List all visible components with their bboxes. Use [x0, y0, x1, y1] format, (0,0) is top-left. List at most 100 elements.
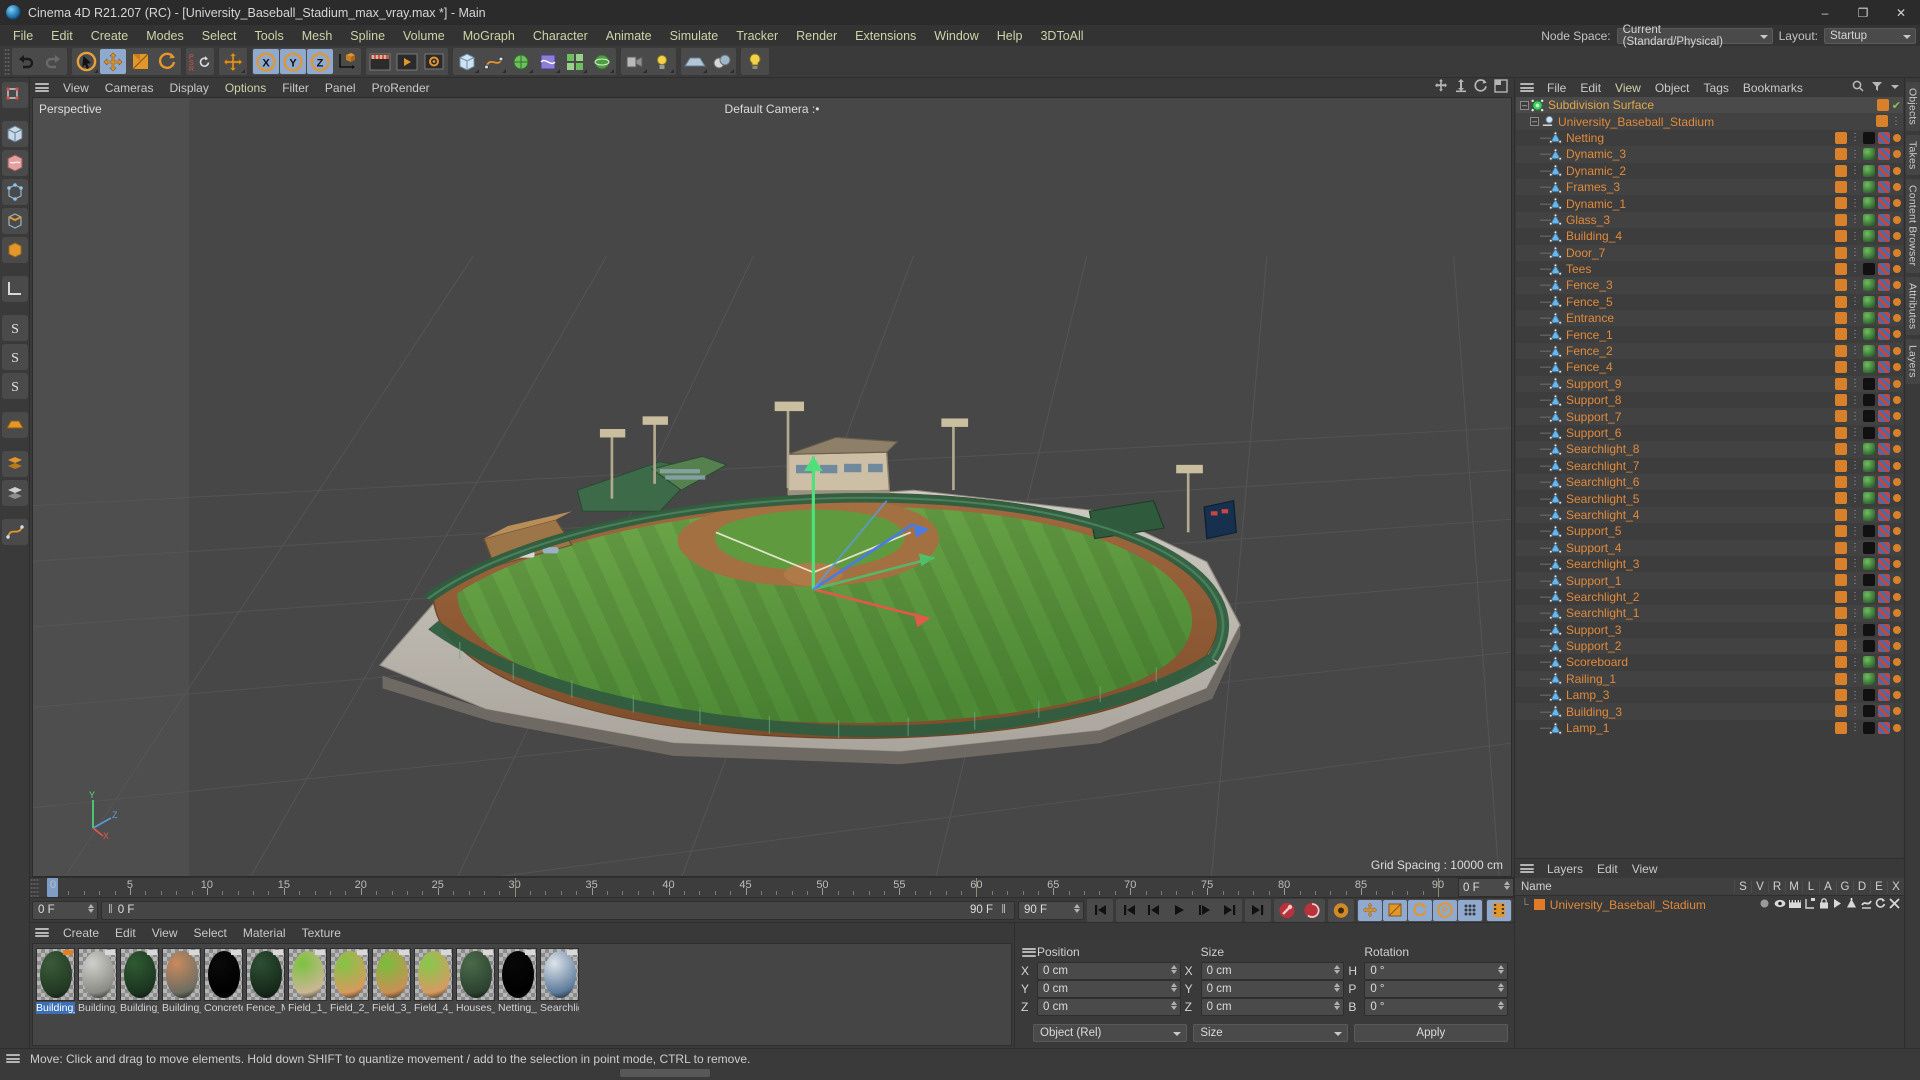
material-tag-icon[interactable]	[1863, 443, 1875, 456]
object-tag-icon[interactable]	[1835, 541, 1847, 554]
uvw-tag-icon[interactable]	[1878, 230, 1890, 243]
object-row[interactable]: — Searchlight_6 ⋮	[1516, 473, 1903, 491]
object-row[interactable]: — Searchlight_3 ⋮	[1516, 556, 1903, 572]
scale-tool-button[interactable]	[127, 49, 153, 74]
material-tag-icon[interactable]	[1863, 656, 1875, 669]
material-tag-icon[interactable]	[1863, 475, 1875, 488]
toolbar-drag-handle[interactable]	[4, 48, 10, 75]
phong-tag-icon[interactable]	[1893, 150, 1901, 159]
uvw-tag-icon[interactable]	[1878, 180, 1890, 193]
object-row[interactable]: — Fence_1 ⋮	[1516, 326, 1903, 342]
layer-flag-header-v[interactable]: V	[1751, 880, 1768, 893]
end-frame-spinner-icon[interactable]	[1074, 903, 1080, 913]
object-row[interactable]: — Support_1 ⋮	[1516, 572, 1903, 589]
snap-enable-button[interactable]: S	[1, 315, 28, 341]
object-tag-icon[interactable]	[1835, 410, 1847, 423]
polygon-mode-button[interactable]	[1, 237, 28, 263]
mograph-button[interactable]	[562, 49, 588, 74]
object-row[interactable]: — Scoreboard ⋮	[1516, 654, 1903, 670]
coordinate-spinner-icon[interactable]	[1170, 983, 1177, 992]
material-item[interactable]: Field_3_	[372, 948, 411, 1041]
bulb-helper-button[interactable]	[742, 49, 768, 74]
layer-flag-header-x[interactable]: X	[1887, 880, 1904, 893]
uvw-tag-icon[interactable]	[1878, 295, 1890, 308]
tree-expander-toggle[interactable]: –	[1530, 117, 1539, 127]
start-frame-spinner-icon[interactable]	[88, 903, 94, 913]
object-row[interactable]: — Searchlight_1 ⋮	[1516, 605, 1903, 622]
material-item[interactable]: Concrete	[204, 948, 243, 1041]
menu-item-character[interactable]: Character	[524, 27, 597, 45]
dolly-view-icon[interactable]	[1454, 79, 1468, 96]
object-row[interactable]: — Searchlight_5 ⋮	[1516, 490, 1903, 506]
key-position-button[interactable]	[1358, 899, 1382, 921]
menu-item-spline[interactable]: Spline	[341, 27, 394, 45]
material-tag-icon[interactable]	[1863, 262, 1875, 275]
tree-expander-toggle[interactable]: –	[1520, 100, 1529, 110]
object-tag-icon[interactable]	[1835, 148, 1847, 161]
material-tag-icon[interactable]	[1863, 246, 1875, 259]
viewport-menu-view[interactable]: View	[55, 80, 97, 96]
layer-flag-header-g[interactable]: G	[1836, 880, 1853, 893]
coordinate-spinner-icon[interactable]	[1498, 1001, 1504, 1010]
material-tag-icon[interactable]	[1863, 295, 1875, 308]
move-axis-button[interactable]	[220, 49, 246, 74]
close-button[interactable]: ✕	[1882, 0, 1920, 25]
key-scale-button[interactable]	[1383, 899, 1407, 921]
uvw-tag-icon[interactable]	[1878, 459, 1890, 472]
coordinate-spinner-icon[interactable]	[1498, 965, 1504, 974]
timeline-current-frame-field[interactable]: 0 F	[1458, 878, 1514, 897]
menu-item-animate[interactable]: Animate	[597, 27, 661, 45]
object-menu-handle-icon[interactable]	[1519, 81, 1535, 94]
object-tag-icon[interactable]	[1835, 672, 1847, 685]
uvw-tag-icon[interactable]	[1878, 131, 1890, 144]
uvw-tag-icon[interactable]	[1878, 705, 1890, 718]
viewport-menu-handle-icon[interactable]	[34, 81, 50, 94]
side-tab-content-browser[interactable]: Content Browser	[1905, 179, 1920, 273]
material-tag-icon[interactable]	[1863, 394, 1875, 407]
timeline-track[interactable]: 051015202530354045505560657075808590	[39, 878, 1458, 897]
menu-item-select[interactable]: Select	[193, 27, 246, 45]
go-to-start-button[interactable]	[1088, 899, 1112, 921]
phong-tag-icon[interactable]	[1893, 674, 1901, 683]
axis-mode-button[interactable]	[1, 276, 28, 302]
object-menu-bookmarks[interactable]: Bookmarks	[1736, 80, 1810, 96]
snap-workplane-button[interactable]: S	[1, 373, 28, 399]
material-tag-icon[interactable]	[1863, 574, 1875, 587]
animation-icon[interactable]	[1832, 898, 1843, 912]
object-row[interactable]: — Fence_3 ⋮	[1516, 277, 1903, 294]
render-view-button[interactable]	[367, 49, 393, 74]
object-tag-icon[interactable]	[1835, 131, 1847, 144]
layer-menu-edit[interactable]: Edit	[1590, 861, 1625, 877]
layer-rows[interactable]: └ University_Baseball_Stadium	[1515, 896, 1904, 913]
phong-tag-icon[interactable]	[1893, 723, 1901, 732]
object-row[interactable]: — Dynamic_1 ⋮	[1516, 195, 1903, 211]
status-menu-handle-icon[interactable]	[5, 1052, 21, 1065]
material-tag-icon[interactable]	[1863, 230, 1875, 243]
phong-tag-icon[interactable]	[1893, 445, 1901, 454]
start-frame-field[interactable]: 0 F	[32, 900, 98, 920]
coordinate-spinner-icon[interactable]	[1334, 965, 1341, 974]
object-menu-file[interactable]: File	[1540, 80, 1573, 96]
curve-tool-button[interactable]	[1, 519, 28, 545]
go-to-previous-key-button[interactable]	[1117, 899, 1141, 921]
record-keyframe-button[interactable]	[1275, 899, 1299, 921]
object-tag-icon[interactable]	[1835, 705, 1847, 718]
menu-item-tracker[interactable]: Tracker	[727, 27, 787, 45]
uvw-tag-icon[interactable]	[1878, 213, 1890, 226]
material-tag-icon[interactable]	[1863, 705, 1875, 718]
preview-range-bar[interactable]: ‖ 0 F 90 F ‖	[101, 900, 1015, 920]
object-menu-view[interactable]: View	[1608, 80, 1648, 96]
viewport-menu-prorender[interactable]: ProRender	[364, 80, 438, 96]
object-tag-icon[interactable]	[1835, 475, 1847, 488]
object-row[interactable]: — Dynamic_3 ⋮	[1516, 146, 1903, 163]
object-row[interactable]: — Support_9 ⋮	[1516, 375, 1903, 393]
layers-stack-button[interactable]	[1, 451, 28, 477]
uvw-tag-icon[interactable]	[1878, 607, 1890, 620]
coordinates-menu-handle-icon[interactable]	[1021, 946, 1037, 959]
edge-mode-button[interactable]	[1, 208, 28, 234]
object-manager-tree[interactable]: – Subdivision Surface ✔ – University_Basebal…	[1516, 97, 1903, 858]
object-row[interactable]: — Searchlight_2 ⋮	[1516, 589, 1903, 605]
lock-x-axis-button[interactable]: X	[253, 49, 279, 74]
phong-tag-icon[interactable]	[1893, 396, 1901, 405]
material-tag-icon[interactable]	[1863, 213, 1875, 226]
